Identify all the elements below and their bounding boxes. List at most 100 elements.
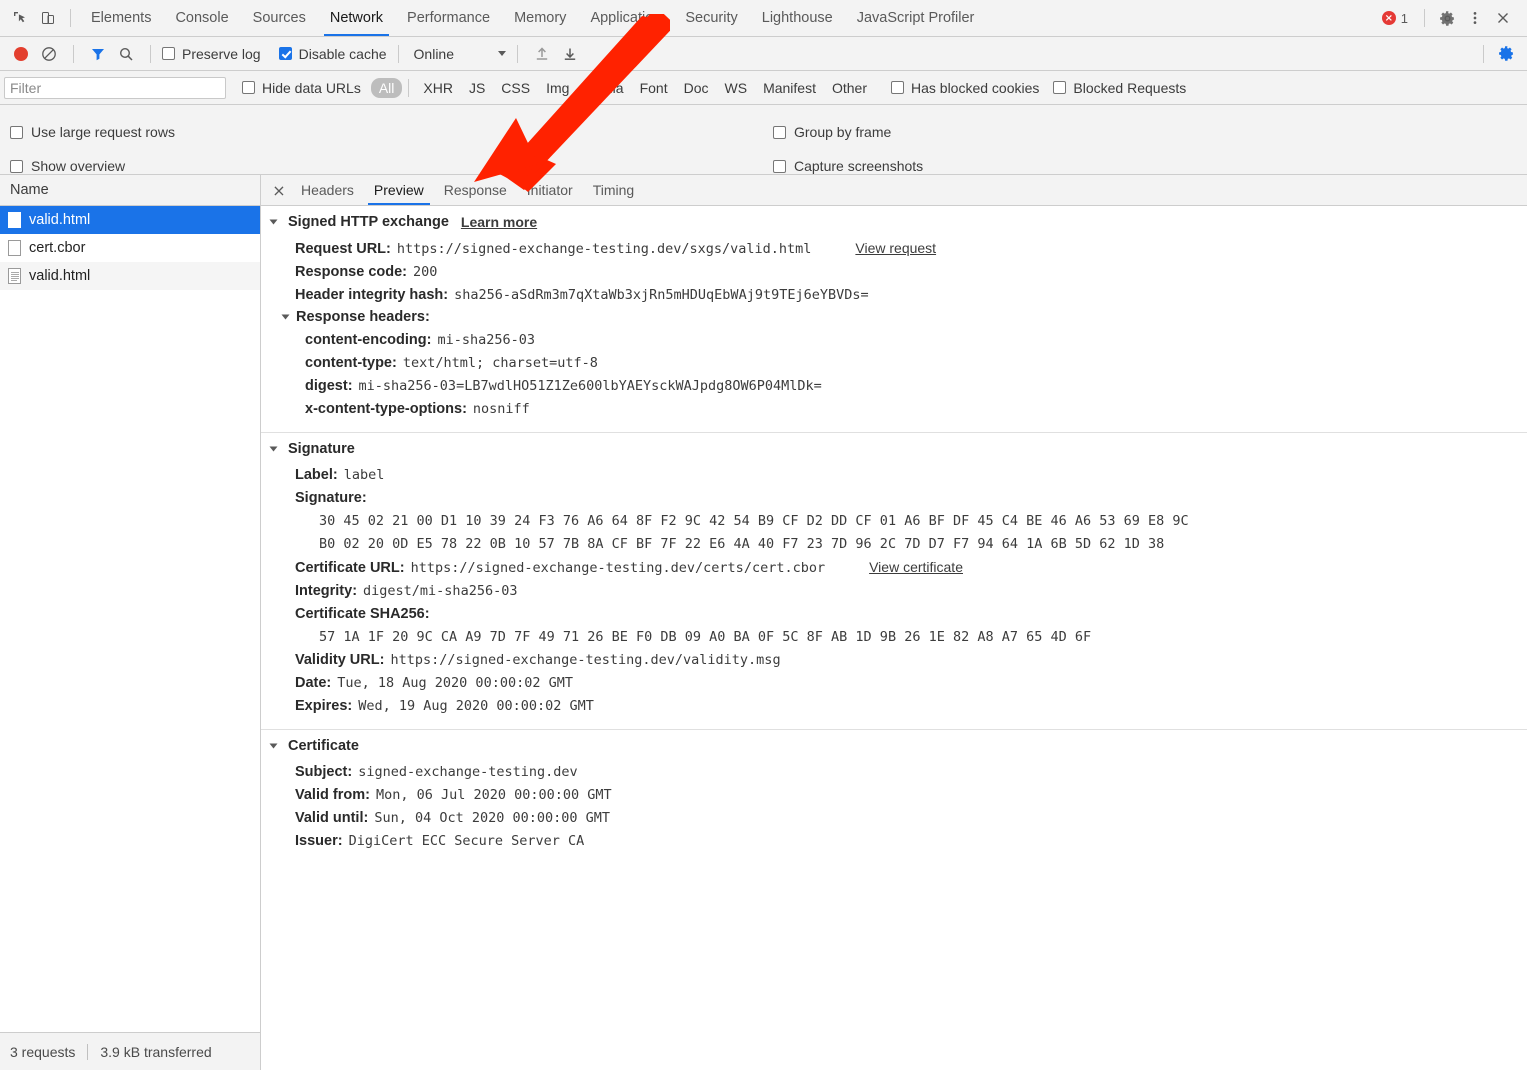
export-har-icon[interactable] bbox=[557, 41, 583, 67]
devtools-tab-bar: Elements Console Sources Network Perform… bbox=[0, 0, 1527, 37]
subject-key: Subject: bbox=[295, 764, 352, 780]
learn-more-link[interactable]: Learn more bbox=[461, 214, 537, 230]
chevron-down-icon[interactable] bbox=[270, 447, 278, 452]
view-request-link[interactable]: View request bbox=[855, 240, 936, 256]
header-value: mi-sha256-03=LB7wdlHO51Z1Ze600lbYAEYsckW… bbox=[359, 378, 822, 394]
tab-lighthouse-label: Lighthouse bbox=[762, 10, 833, 26]
signature-bytes-title-row: Signature: bbox=[261, 486, 1527, 509]
tab-elements[interactable]: Elements bbox=[79, 0, 163, 36]
error-count-badge[interactable]: × 1 bbox=[1382, 11, 1408, 26]
tab-application-label: Application bbox=[590, 10, 661, 26]
import-har-icon[interactable] bbox=[529, 41, 555, 67]
hide-data-urls-label: Hide data URLs bbox=[262, 80, 361, 96]
has-blocked-cookies-checkbox[interactable]: Has blocked cookies bbox=[891, 80, 1039, 96]
tab-memory[interactable]: Memory bbox=[502, 0, 578, 36]
preserve-log-label: Preserve log bbox=[182, 46, 261, 62]
tab-security[interactable]: Security bbox=[673, 0, 749, 36]
tab-headers[interactable]: Headers bbox=[291, 175, 364, 205]
chevron-down-icon[interactable] bbox=[270, 744, 278, 749]
toolbar-divider-3 bbox=[398, 45, 399, 63]
tab-timing[interactable]: Timing bbox=[583, 175, 645, 205]
section-title-label: Signed HTTP exchange bbox=[288, 214, 449, 230]
tab-response-label: Response bbox=[444, 182, 507, 198]
column-header-name: Name bbox=[10, 182, 49, 198]
resource-type-filters: All XHR JS CSS Img Media Font Doc WS Man… bbox=[371, 78, 875, 98]
type-filter-doc[interactable]: Doc bbox=[676, 78, 717, 98]
tab-initiator[interactable]: Initiator bbox=[517, 175, 583, 205]
inspect-element-icon[interactable] bbox=[6, 4, 34, 32]
response-headers-label: Response headers: bbox=[296, 309, 430, 325]
tab-network[interactable]: Network bbox=[318, 0, 395, 36]
type-filter-img[interactable]: Img bbox=[538, 78, 577, 98]
capture-screenshots-checkbox[interactable]: Capture screenshots bbox=[773, 149, 923, 183]
request-list[interactable]: valid.html cert.cbor valid.html bbox=[0, 206, 260, 1032]
toolbar-divider-5 bbox=[1483, 45, 1484, 63]
chevron-down-icon[interactable] bbox=[282, 315, 290, 320]
table-row[interactable]: cert.cbor bbox=[0, 234, 260, 262]
type-filter-js[interactable]: JS bbox=[461, 78, 493, 98]
group-by-frame-label: Group by frame bbox=[794, 124, 891, 140]
throttling-dropdown[interactable]: Online bbox=[414, 46, 506, 62]
blocked-requests-checkbox[interactable]: Blocked Requests bbox=[1053, 80, 1186, 96]
type-filter-font[interactable]: Font bbox=[632, 78, 676, 98]
tab-memory-label: Memory bbox=[514, 10, 566, 26]
tab-performance[interactable]: Performance bbox=[395, 0, 502, 36]
tab-performance-label: Performance bbox=[407, 10, 490, 26]
tab-javascript-profiler[interactable]: JavaScript Profiler bbox=[845, 0, 987, 36]
close-icon[interactable] bbox=[1489, 4, 1517, 32]
disable-cache-checkbox[interactable]: Disable cache bbox=[279, 46, 387, 62]
preserve-log-checkbox[interactable]: Preserve log bbox=[162, 46, 261, 62]
toolbar-divider-1 bbox=[73, 45, 74, 63]
type-filter-all[interactable]: All bbox=[371, 78, 403, 98]
expires-value: Wed, 19 Aug 2020 00:00:02 GMT bbox=[358, 698, 594, 714]
close-detail-icon[interactable]: × bbox=[267, 178, 291, 202]
type-filter-xhr[interactable]: XHR bbox=[415, 78, 461, 98]
filter-input[interactable] bbox=[4, 77, 226, 99]
record-button[interactable] bbox=[8, 41, 34, 67]
gear-icon[interactable] bbox=[1433, 4, 1461, 32]
view-certificate-link[interactable]: View certificate bbox=[869, 559, 963, 575]
network-options-panel: Use large request rows Show overview Gro… bbox=[0, 105, 1527, 175]
signature-section: Signature Label: label Signature: 30 45 … bbox=[261, 433, 1527, 730]
signature-hex-value: 30 45 02 21 00 D1 10 39 24 F3 76 A6 64 8… bbox=[319, 513, 1189, 529]
show-overview-box bbox=[10, 160, 23, 173]
use-large-request-rows-checkbox[interactable]: Use large request rows bbox=[10, 115, 175, 149]
subject-value: signed-exchange-testing.dev bbox=[358, 764, 577, 780]
tab-console[interactable]: Console bbox=[163, 0, 240, 36]
transferred-size-label: 3.9 kB transferred bbox=[100, 1044, 211, 1060]
network-settings-gear-icon[interactable] bbox=[1493, 41, 1519, 67]
tab-sources[interactable]: Sources bbox=[241, 0, 318, 36]
type-filter-ws[interactable]: WS bbox=[717, 78, 756, 98]
tab-lighthouse[interactable]: Lighthouse bbox=[750, 0, 845, 36]
disable-cache-label: Disable cache bbox=[299, 46, 387, 62]
chevron-down-icon[interactable] bbox=[270, 220, 278, 225]
type-filter-manifest[interactable]: Manifest bbox=[755, 78, 824, 98]
response-headers-title: Response headers: bbox=[261, 306, 1527, 328]
chevron-down-icon bbox=[498, 51, 506, 56]
device-toolbar-icon[interactable] bbox=[34, 4, 62, 32]
tab-headers-label: Headers bbox=[301, 182, 354, 198]
more-vertical-icon[interactable] bbox=[1461, 4, 1489, 32]
tab-response[interactable]: Response bbox=[434, 175, 517, 205]
group-by-frame-checkbox[interactable]: Group by frame bbox=[773, 115, 923, 149]
valid-until-value: Sun, 04 Oct 2020 00:00:00 GMT bbox=[374, 810, 610, 826]
certificate-title: Certificate bbox=[261, 738, 1527, 754]
clear-button[interactable] bbox=[36, 41, 62, 67]
request-url-row: Request URL: https://signed-exchange-tes… bbox=[261, 236, 1527, 260]
table-row[interactable]: valid.html bbox=[0, 206, 260, 234]
type-filter-css[interactable]: CSS bbox=[493, 78, 538, 98]
cert-sha256-title-row: Certificate SHA256: bbox=[261, 602, 1527, 625]
header-value: mi-sha256-03 bbox=[437, 332, 535, 348]
table-row[interactable]: valid.html bbox=[0, 262, 260, 290]
hide-data-urls-checkbox[interactable]: Hide data URLs bbox=[242, 80, 361, 96]
filter-icon[interactable] bbox=[85, 41, 111, 67]
signature-label-row: Label: label bbox=[261, 463, 1527, 486]
tab-application[interactable]: Application bbox=[578, 0, 673, 36]
request-name: valid.html bbox=[29, 212, 90, 228]
type-filter-other[interactable]: Other bbox=[824, 78, 875, 98]
search-icon[interactable] bbox=[113, 41, 139, 67]
preserve-log-box bbox=[162, 47, 175, 60]
type-filter-media[interactable]: Media bbox=[577, 78, 631, 98]
show-overview-checkbox[interactable]: Show overview bbox=[10, 149, 175, 183]
tab-preview[interactable]: Preview bbox=[364, 175, 434, 205]
